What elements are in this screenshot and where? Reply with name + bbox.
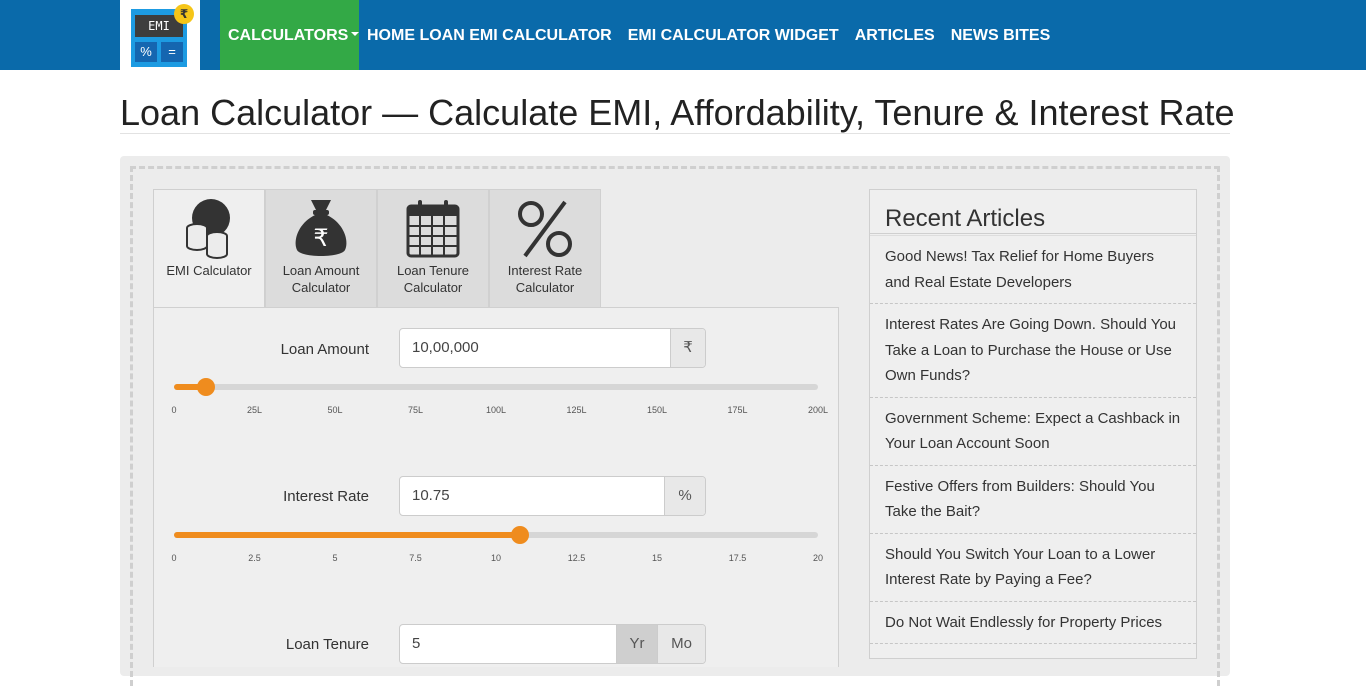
- rupee-addon: ₹: [670, 329, 705, 367]
- tab-label: Interest Rate Calculator: [507, 263, 583, 295]
- loan-amount-scale: 0 25L 50L 75L 100L 125L 150L 175L 200L: [171, 405, 828, 417]
- tab-emi-calculator[interactable]: EMI Calculator: [153, 189, 265, 309]
- logo-equals-key: =: [161, 42, 183, 62]
- scale-tick-label: 200L: [807, 405, 829, 415]
- interest-rate-slider-handle[interactable]: [511, 526, 530, 544]
- svg-text:₹: ₹: [313, 224, 328, 252]
- nav-news-bites[interactable]: NEWS BITES: [943, 0, 1059, 70]
- calculator-tabs: EMI Calculator ₹ Loan Amount Calculator: [153, 189, 601, 309]
- loan-amount-input-group: 10,00,000 ₹: [399, 328, 706, 368]
- scale-tick-label: 0: [171, 405, 177, 415]
- page-title: Loan Calculator — Calculate EMI, Afforda…: [120, 92, 1235, 134]
- coins-icon: [186, 199, 230, 259]
- scale-tick-label: 25L: [246, 405, 263, 415]
- logo-percent-key: %: [135, 42, 157, 62]
- scale-tick-label: 175L: [727, 405, 748, 415]
- interest-rate-slider-fill: [174, 532, 521, 538]
- article-link[interactable]: Do Not Wait Endlessly for Property Price…: [870, 602, 1196, 644]
- tab-loan-amount-calculator[interactable]: ₹ Loan Amount Calculator: [265, 189, 377, 308]
- article-link[interactable]: Should You Switch Your Loan to a Lower I…: [870, 534, 1196, 602]
- nav-home-loan-emi-calculator[interactable]: HOME LOAN EMI CALCULATOR: [359, 0, 620, 70]
- interest-rate-slider[interactable]: [174, 526, 818, 544]
- scale-tick-label: 7.5: [409, 553, 422, 563]
- calendar-icon: [406, 200, 460, 258]
- loan-amount-slider-handle[interactable]: [197, 378, 216, 396]
- scale-tick-label: 125L: [566, 405, 587, 415]
- interest-rate-scale: 0 2.5 5 7.5 10 12.5 15 17.5 20: [171, 553, 823, 565]
- loan-amount-input[interactable]: 10,00,000: [400, 329, 670, 367]
- interest-rate-label: Interest Rate: [283, 488, 369, 505]
- article-link[interactable]: Interest Rates Are Going Down. Should Yo…: [870, 304, 1196, 398]
- article-link[interactable]: Government Scheme: Expect a Cashback in …: [870, 398, 1196, 466]
- nav-articles[interactable]: ARTICLES: [847, 0, 943, 70]
- tenure-month-toggle[interactable]: Mo: [657, 625, 705, 663]
- scale-tick-label: 75L: [407, 405, 424, 415]
- scale-tick-label: 10: [490, 553, 502, 563]
- article-link[interactable]: Good News! Tax Relief for Home Buyers an…: [870, 236, 1196, 304]
- scale-tick-label: 2.5: [248, 553, 261, 563]
- scale-tick-label: 20: [812, 553, 824, 563]
- tab-label: Loan Tenure Calculator: [396, 263, 470, 295]
- tab-label: Loan Amount Calculator: [282, 263, 360, 295]
- percent-icon: [518, 200, 572, 258]
- tab-loan-tenure-calculator[interactable]: Loan Tenure Calculator: [377, 189, 489, 308]
- nav-calculators-dropdown[interactable]: CALCULATORS: [220, 0, 360, 70]
- loan-tenure-label: Loan Tenure: [285, 636, 369, 653]
- sidebar-title: Recent Articles: [870, 190, 1196, 234]
- nav-emi-calculator-widget[interactable]: EMI CALCULATOR WIDGET: [620, 0, 847, 70]
- loan-amount-label: Loan Amount: [280, 341, 369, 358]
- loan-amount-slider[interactable]: [174, 378, 818, 396]
- scale-tick-label: 17.5: [728, 553, 747, 563]
- scale-tick-label: 12.5: [567, 553, 586, 563]
- loan-tenure-input[interactable]: 5: [400, 625, 616, 663]
- loan-tenure-input-group: 5 Yr Mo: [399, 624, 706, 664]
- recent-articles-sidebar: Recent Articles Good News! Tax Relief fo…: [869, 189, 1197, 659]
- interest-rate-input[interactable]: 10.75: [400, 477, 664, 515]
- tab-interest-rate-calculator[interactable]: Interest Rate Calculator: [489, 189, 601, 308]
- scale-tick-label: 50L: [327, 405, 343, 415]
- scale-tick-label: 15: [651, 553, 663, 563]
- money-bag-icon: ₹: [295, 200, 347, 256]
- top-navbar: EMI % = ₹ CALCULATORS HOME LOAN EMI CALC…: [0, 0, 1366, 80]
- rupee-coin-icon: ₹: [174, 4, 194, 24]
- scale-tick-label: 0: [171, 553, 177, 563]
- tab-label: EMI Calculator: [166, 263, 252, 278]
- scale-tick-label: 100L: [485, 405, 507, 415]
- article-link[interactable]: Festive Offers from Builders: Should You…: [870, 466, 1196, 534]
- tenure-year-toggle[interactable]: Yr: [616, 625, 657, 663]
- main-nav: CALCULATORS HOME LOAN EMI CALCULATOR EMI…: [220, 0, 1058, 70]
- percent-addon: %: [664, 477, 705, 515]
- interest-rate-input-group: 10.75 %: [399, 476, 706, 516]
- scale-tick-label: 150L: [646, 405, 668, 415]
- nav-calculators-label: CALCULATORS: [228, 27, 349, 44]
- site-logo[interactable]: EMI % = ₹: [120, 0, 200, 80]
- emi-calculator-panel: Loan Amount 10,00,000 ₹ 0 25L 50L 75L 100L 12…: [153, 307, 839, 667]
- scale-tick-label: 5: [332, 553, 338, 563]
